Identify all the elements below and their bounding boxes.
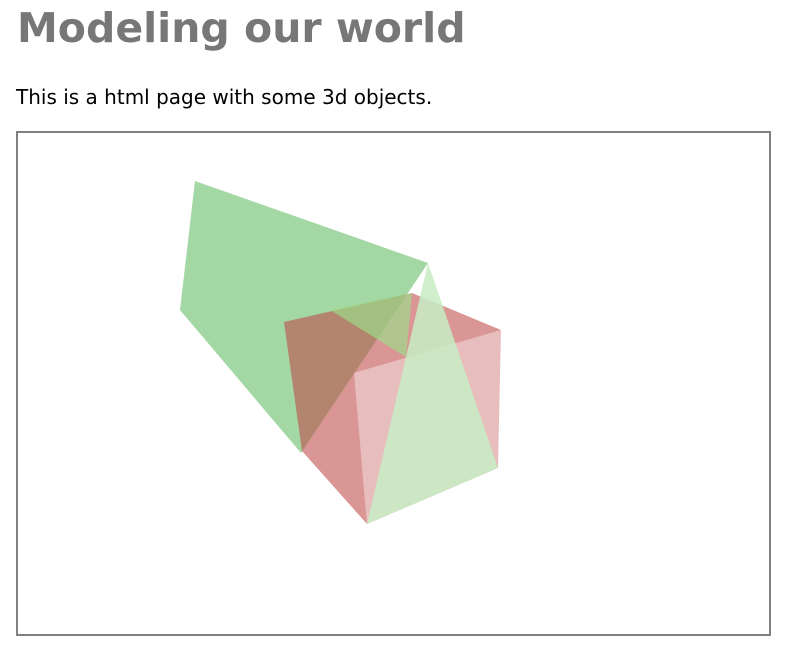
intro-text: This is a html page with some 3d objects… <box>16 85 433 109</box>
3d-scene <box>180 181 501 524</box>
3d-viewport[interactable] <box>16 131 771 636</box>
page-title: Modeling our world <box>17 4 466 52</box>
